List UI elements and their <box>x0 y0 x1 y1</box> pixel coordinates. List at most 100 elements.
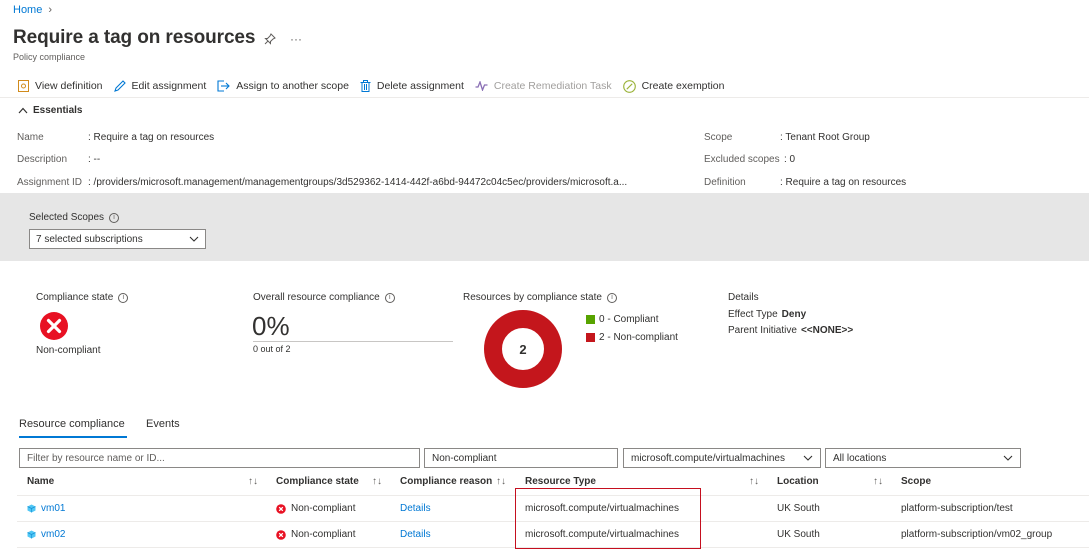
edit-assignment-label: Edit assignment <box>131 80 207 92</box>
view-definition-button[interactable]: View definition <box>18 80 103 92</box>
sort-icon[interactable]: ↑↓ <box>248 476 258 487</box>
column-header-compliance-state[interactable]: Compliance state <box>276 476 359 487</box>
selected-scopes-dropdown[interactable]: 7 selected subscriptions <box>29 229 206 249</box>
overall-compliance-label: Overall resource compliance i <box>253 292 395 303</box>
pin-icon[interactable] <box>264 33 276 45</box>
compliance-state-filter-value: Non-compliant <box>432 452 497 464</box>
pencil-icon <box>113 80 126 92</box>
resource-search-input[interactable]: Filter by resource name or ID... <box>19 448 420 468</box>
resource-type-highlight <box>515 488 701 549</box>
compliance-state-text: Compliance state <box>36 292 114 303</box>
info-icon[interactable]: i <box>384 292 395 303</box>
view-definition-label: View definition <box>35 80 103 92</box>
details-link[interactable]: Details <box>400 529 431 540</box>
tab-resource-compliance[interactable]: Resource compliance <box>19 418 125 430</box>
legend-swatch-compliant <box>586 315 595 324</box>
edit-assignment-button[interactable]: Edit assignment <box>113 80 207 92</box>
selected-scopes-value: 7 selected subscriptions <box>36 233 143 245</box>
assign-scope-label: Assign to another scope <box>236 80 349 92</box>
overall-compliance-count: 0 out of 2 <box>253 344 291 354</box>
table-row-reason: Details <box>400 503 431 514</box>
location-filter[interactable]: All locations <box>825 448 1021 468</box>
compliance-state-label: Compliance state i <box>36 292 129 303</box>
error-icon <box>276 503 286 514</box>
info-icon[interactable]: i <box>118 292 129 303</box>
chevron-right-icon: › <box>48 4 53 16</box>
title-actions: ··· <box>264 32 302 46</box>
tab-events[interactable]: Events <box>146 418 180 430</box>
name-value: : Require a tag on resources <box>88 132 215 143</box>
table-row-state: Non-compliant <box>276 529 355 540</box>
selected-scopes-label: Selected Scopes i <box>29 212 120 223</box>
resource-type-filter-value: microsoft.compute/virtualmachines <box>631 452 785 464</box>
sort-icon[interactable]: ↑↓ <box>496 476 506 487</box>
essentials-header: Essentials <box>33 105 83 116</box>
resource-type-filter[interactable]: microsoft.compute/virtualmachines <box>623 448 821 468</box>
column-header-name[interactable]: Name <box>27 476 54 487</box>
definition-label: Definition <box>704 177 746 188</box>
trash-icon <box>360 80 371 92</box>
assignment-id-value: : /providers/microsoft.management/manage… <box>88 177 628 188</box>
scope-value: : Tenant Root Group <box>780 132 870 143</box>
table-row-location: UK South <box>777 503 820 514</box>
info-icon[interactable]: i <box>109 212 120 223</box>
sort-icon[interactable]: ↑↓ <box>749 476 759 487</box>
more-options-icon[interactable]: ··· <box>290 32 302 46</box>
vm-icon <box>27 530 36 539</box>
error-circle-icon <box>39 311 69 341</box>
description-value: : -- <box>88 154 101 165</box>
legend-compliant: 0 - Compliant <box>586 314 658 325</box>
parent-initiative-value: <<NONE>> <box>800 325 854 336</box>
compliance-state-filter[interactable]: Non-compliant <box>424 448 618 468</box>
create-exemption-button[interactable]: Create exemption <box>622 79 725 93</box>
essentials-toggle[interactable]: Essentials <box>18 105 82 116</box>
overall-compliance-bar <box>253 341 453 342</box>
definition-value: : Require a tag on resources <box>780 177 907 188</box>
compliance-donut-chart: 2 <box>483 309 563 389</box>
column-header-location[interactable]: Location <box>777 476 819 487</box>
resource-link[interactable]: vm02 <box>41 529 65 540</box>
resources-by-state-label: Resources by compliance state i <box>463 292 617 303</box>
page-subtitle: Policy compliance <box>13 52 86 62</box>
chevron-up-icon <box>18 107 28 114</box>
delete-assignment-button[interactable]: Delete assignment <box>360 80 464 92</box>
breadcrumb-home-link[interactable]: Home <box>13 4 42 16</box>
effect-type-value: Deny <box>781 309 807 320</box>
table-row-location: UK South <box>777 529 820 540</box>
resource-link[interactable]: vm01 <box>41 503 65 514</box>
description-label: Description <box>17 154 68 165</box>
column-header-compliance-reason[interactable]: Compliance reason <box>400 476 492 487</box>
page-title: Require a tag on resources <box>13 27 256 48</box>
parent-initiative-label: Parent Initiative <box>728 325 797 336</box>
vm-icon <box>27 504 36 513</box>
document-icon <box>18 80 29 92</box>
table-row-reason: Details <box>400 529 431 540</box>
details-link[interactable]: Details <box>400 503 431 514</box>
assign-scope-button[interactable]: Assign to another scope <box>217 80 349 92</box>
details-label: Details <box>728 292 759 303</box>
table-row-scope: platform-subscription/vm02_group <box>901 529 1053 540</box>
chevron-down-icon <box>189 236 199 242</box>
resources-by-state-text: Resources by compliance state <box>463 292 602 303</box>
create-exemption-label: Create exemption <box>641 80 725 92</box>
legend-label-compliant: 0 - Compliant <box>599 314 659 325</box>
parent-initiative-row: Parent Initiative <<NONE>> <box>728 325 853 336</box>
toolbar-divider <box>0 97 1089 98</box>
command-bar: View definition Edit assignment Assign t… <box>18 77 735 95</box>
breadcrumb: Home › <box>13 4 52 16</box>
legend-noncompliant: 2 - Non-compliant <box>586 332 678 343</box>
table-row-scope: platform-subscription/test <box>901 503 1013 514</box>
table-row-name: vm01 <box>27 503 65 514</box>
selected-scopes-text: Selected Scopes <box>29 212 105 223</box>
column-header-scope[interactable]: Scope <box>901 476 931 487</box>
sort-icon[interactable]: ↑↓ <box>372 476 382 487</box>
chevron-down-icon <box>1003 455 1013 461</box>
sort-icon[interactable]: ↑↓ <box>873 476 883 487</box>
assignment-id-label: Assignment ID <box>17 177 83 188</box>
error-icon <box>276 529 286 540</box>
state-value: Non-compliant <box>291 529 356 540</box>
create-remediation-button[interactable]: Create Remediation Task <box>475 80 612 92</box>
column-header-resource-type[interactable]: Resource Type <box>525 476 596 487</box>
assign-arrow-icon <box>217 80 231 92</box>
info-icon[interactable]: i <box>606 292 617 303</box>
